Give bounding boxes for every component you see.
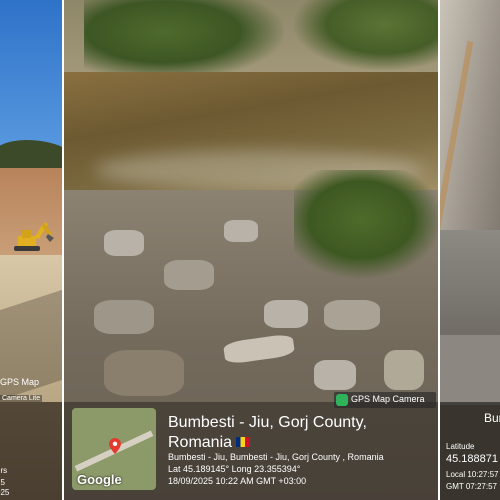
location-country: Romania [168,434,251,452]
right-title-fragment: Bur [484,411,500,425]
gmt-time: GMT 07:27:57 [446,482,497,491]
watermark-app-name: GPS Map [0,377,40,387]
stone [164,260,214,290]
right-photo-panel: Bur Latitude 45.188871 Local 10:27:57 GM… [440,0,500,500]
map-pin-icon [336,394,348,406]
map-thumbnail: Google [72,408,156,490]
location-title: Bumbesti - Jiu, Gorj County, [168,414,367,431]
latitude-value: 45.188871 [446,453,498,465]
left-photo-panel: GPS Map Camera Lite omania ers 25 025 [0,0,62,500]
vegetation [294,0,438,70]
stone [104,350,184,396]
left-line-a: ers [0,466,8,475]
stone [314,360,356,390]
romania-flag-icon [236,437,251,447]
watermark: GPS Map Camera Lite [0,377,62,402]
photo-collage: GPS Map Camera Lite omania ers 25 025 [0,0,500,500]
watermark-sub: Camera Lite [0,395,43,402]
coordinates-line: Lat 45.189145° Long 23.355394° [168,464,301,474]
gps-map-camera-badge: GPS Map Camera [334,392,436,408]
shrub [294,170,438,280]
stone [384,350,424,390]
google-logo: Google [77,472,122,487]
left-line-b: 25 [0,478,5,487]
stone [324,300,380,330]
stone [264,300,308,328]
right-info-overlay: Bur Latitude 45.188871 Local 10:27:57 GM… [440,402,500,500]
latitude-label: Latitude [446,442,475,451]
left-line-c: 025 [0,488,10,497]
stone [224,220,258,242]
stone [104,230,144,256]
stone [94,300,154,334]
left-info-overlay: omania ers 25 025 [0,402,62,500]
sky [0,0,62,160]
local-time: Local 10:27:57 [446,470,499,479]
gravel-road [440,335,500,405]
badge-label: GPS Map Camera [351,394,425,404]
datetime-line: 18/09/2025 10:22 AM GMT +03:00 [168,476,307,486]
address-line: Bumbesti - Jiu, Bumbesti - Jiu, Gorj Cou… [168,452,384,462]
country-label: Romania [168,434,233,451]
vegetation [84,0,284,80]
scree-slope [440,230,500,340]
excavator-icon [14,222,54,251]
rock-face [440,0,500,250]
location-pin-icon [109,438,121,454]
center-photo-panel: GPS Map Camera Google Bumbesti - Jiu, Go… [64,0,438,500]
